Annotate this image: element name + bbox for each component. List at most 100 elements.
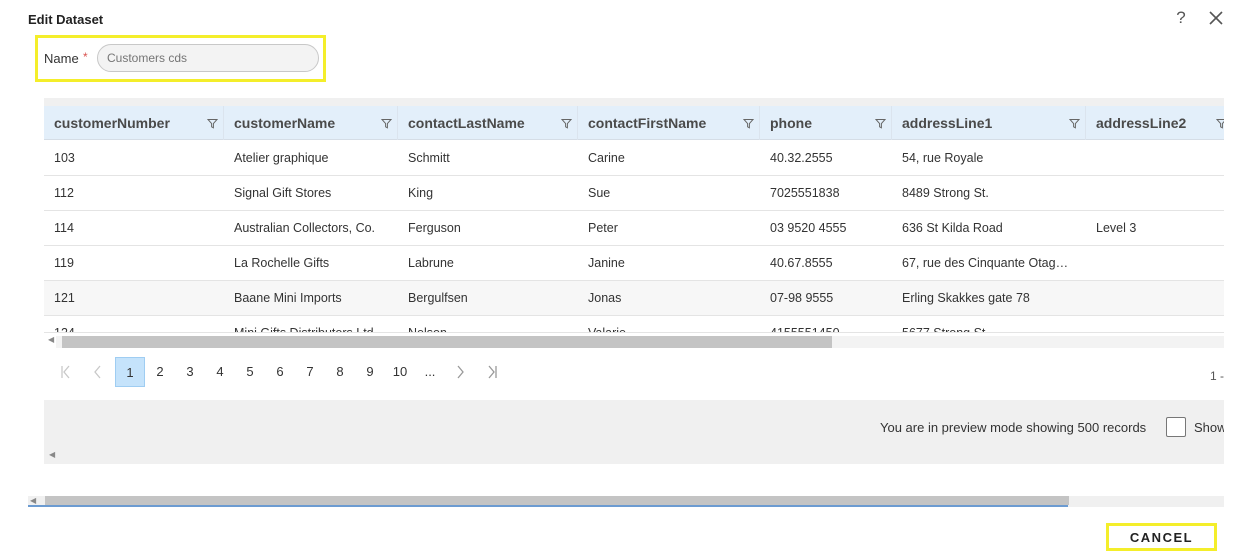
- table-cell: Bergulfsen: [408, 291, 468, 305]
- name-input[interactable]: [97, 44, 319, 72]
- edit-dataset-dialog: Edit Dataset ? Name * customerNumber cus…: [0, 0, 1244, 557]
- table-cell: Mini Gifts Distributors Ltd.: [234, 326, 378, 333]
- table-cell: Janine: [588, 256, 625, 270]
- table-cell: 5677 Strong St.: [902, 326, 989, 333]
- page-button-9[interactable]: 9: [355, 357, 385, 387]
- table-cell: La Rochelle Gifts: [234, 256, 330, 270]
- table-cell: 119: [54, 256, 74, 270]
- page-button-4[interactable]: 4: [205, 357, 235, 387]
- filter-icon[interactable]: [1216, 118, 1224, 129]
- show-all-checkbox[interactable]: [1166, 417, 1186, 437]
- show-label: Show: [1194, 420, 1224, 435]
- prev-page-icon[interactable]: [90, 357, 106, 387]
- table-cell: Baane Mini Imports: [234, 291, 342, 305]
- page-button-10[interactable]: 10: [385, 357, 415, 387]
- column-header-addressLine1[interactable]: addressLine1: [892, 106, 1086, 140]
- column-header-addressLine2[interactable]: addressLine2: [1086, 106, 1224, 140]
- table-row[interactable]: 119 La Rochelle Gifts Labrune Janine 40.…: [44, 246, 1224, 281]
- table-cell: Sue: [588, 186, 611, 200]
- table-cell: 121: [54, 291, 75, 305]
- table-cell: Labrune: [408, 256, 454, 270]
- last-page-icon[interactable]: [484, 357, 500, 387]
- table-cell: Signal Gift Stores: [234, 186, 332, 200]
- dialog-title: Edit Dataset: [28, 12, 104, 27]
- column-header-label: addressLine1: [902, 115, 993, 131]
- table-cell: 112: [54, 186, 74, 200]
- table-cell: 636 St Kilda Road: [902, 221, 1003, 235]
- name-label: Name: [44, 51, 79, 66]
- table-row[interactable]: 121 Baane Mini Imports Bergulfsen Jonas …: [44, 281, 1224, 316]
- table-cell: 07-98 9555: [770, 291, 834, 305]
- table-cell: 67, rue des Cinquante Otag…: [902, 256, 1069, 270]
- preview-mode-text: You are in preview mode showing 500 reco…: [880, 420, 1147, 435]
- table-cell: [1086, 176, 1224, 211]
- table-cell: Nelson: [408, 326, 447, 333]
- table-cell: 114: [54, 221, 74, 235]
- filter-icon[interactable]: [875, 118, 886, 129]
- page-button-2[interactable]: 2: [145, 357, 175, 387]
- table-cell: [1086, 316, 1224, 332]
- grid-area: customerNumber customerName contactLastN…: [44, 98, 1224, 400]
- table-cell: Peter: [588, 221, 618, 235]
- table-cell: King: [408, 186, 434, 200]
- column-header-contactFirstName[interactable]: contactFirstName: [578, 106, 760, 140]
- table-row[interactable]: 112 Signal Gift Stores King Sue 70255518…: [44, 176, 1224, 211]
- page-button-1[interactable]: 1: [115, 357, 145, 387]
- table-cell: 40.32.2555: [770, 151, 833, 165]
- column-header-label: addressLine2: [1096, 115, 1187, 131]
- table-cell: [1086, 141, 1224, 176]
- table-row[interactable]: 103 Atelier graphique Schmitt Carine 40.…: [44, 141, 1224, 176]
- filter-icon[interactable]: [561, 118, 572, 129]
- table-cell: Ferguson: [408, 221, 461, 235]
- scroll-left-icon[interactable]: ◀: [49, 450, 55, 459]
- next-page-icon[interactable]: [452, 357, 468, 387]
- table-row[interactable]: 114 Australian Collectors, Co. Ferguson …: [44, 211, 1224, 246]
- page-ellipsis[interactable]: ...: [417, 357, 443, 387]
- table-cell: 7025551838: [770, 186, 840, 200]
- table-cell: [1086, 246, 1224, 281]
- table-cell: 03 9520 4555: [770, 221, 847, 235]
- column-header-customerNumber[interactable]: customerNumber: [44, 106, 224, 140]
- page-button-6[interactable]: 6: [265, 357, 295, 387]
- page-button-3[interactable]: 3: [175, 357, 205, 387]
- table-cell: Australian Collectors, Co.: [234, 221, 376, 235]
- cancel-button[interactable]: CANCEL: [1106, 523, 1217, 551]
- column-header-label: customerName: [234, 115, 336, 131]
- column-header-label: customerNumber: [54, 115, 170, 131]
- column-header-customerName[interactable]: customerName: [224, 106, 398, 140]
- first-page-icon[interactable]: [58, 357, 74, 387]
- scrollbar-thumb[interactable]: [62, 336, 832, 348]
- table-cell: 4155551450: [770, 326, 840, 333]
- focus-line: [28, 505, 1068, 507]
- table-cell: Carine: [588, 151, 625, 165]
- close-icon[interactable]: [1206, 8, 1226, 28]
- page-button-8[interactable]: 8: [325, 357, 355, 387]
- table-cell: 40.67.8555: [770, 256, 833, 270]
- grid-horizontal-scrollbar[interactable]: ◀: [44, 333, 1224, 349]
- column-header-label: phone: [770, 115, 812, 131]
- column-header-label: contactLastName: [408, 115, 525, 131]
- page-button-7[interactable]: 7: [295, 357, 325, 387]
- required-mark: *: [83, 50, 88, 64]
- table-cell: 8489 Strong St.: [902, 186, 989, 200]
- question-icon[interactable]: ?: [1172, 8, 1190, 28]
- filter-icon[interactable]: [381, 118, 392, 129]
- column-header-contactLastName[interactable]: contactLastName: [398, 106, 578, 140]
- table-cell: 54, rue Royale: [902, 151, 984, 165]
- page-button-5[interactable]: 5: [235, 357, 265, 387]
- filter-icon[interactable]: [207, 118, 218, 129]
- column-header-phone[interactable]: phone: [760, 106, 892, 140]
- scroll-left-icon[interactable]: ◀: [30, 496, 36, 505]
- table-cell: Level 3: [1096, 221, 1137, 235]
- dataset-preview-grid: customerNumber customerName contactLastN…: [44, 98, 1224, 464]
- table-cell: Atelier graphique: [234, 151, 329, 165]
- scrollbar-thumb[interactable]: [45, 496, 1069, 505]
- filter-icon[interactable]: [1069, 118, 1080, 129]
- filter-icon[interactable]: [743, 118, 754, 129]
- scroll-left-icon[interactable]: ◀: [48, 335, 54, 344]
- table-cell: Schmitt: [408, 151, 450, 165]
- page-summary: 1 -: [1210, 369, 1224, 383]
- grid-top-spacer: [44, 98, 1224, 106]
- table-row[interactable]: 124 Mini Gifts Distributors Ltd. Nelson …: [44, 316, 1224, 333]
- table-cell: Erling Skakkes gate 78: [902, 291, 1030, 305]
